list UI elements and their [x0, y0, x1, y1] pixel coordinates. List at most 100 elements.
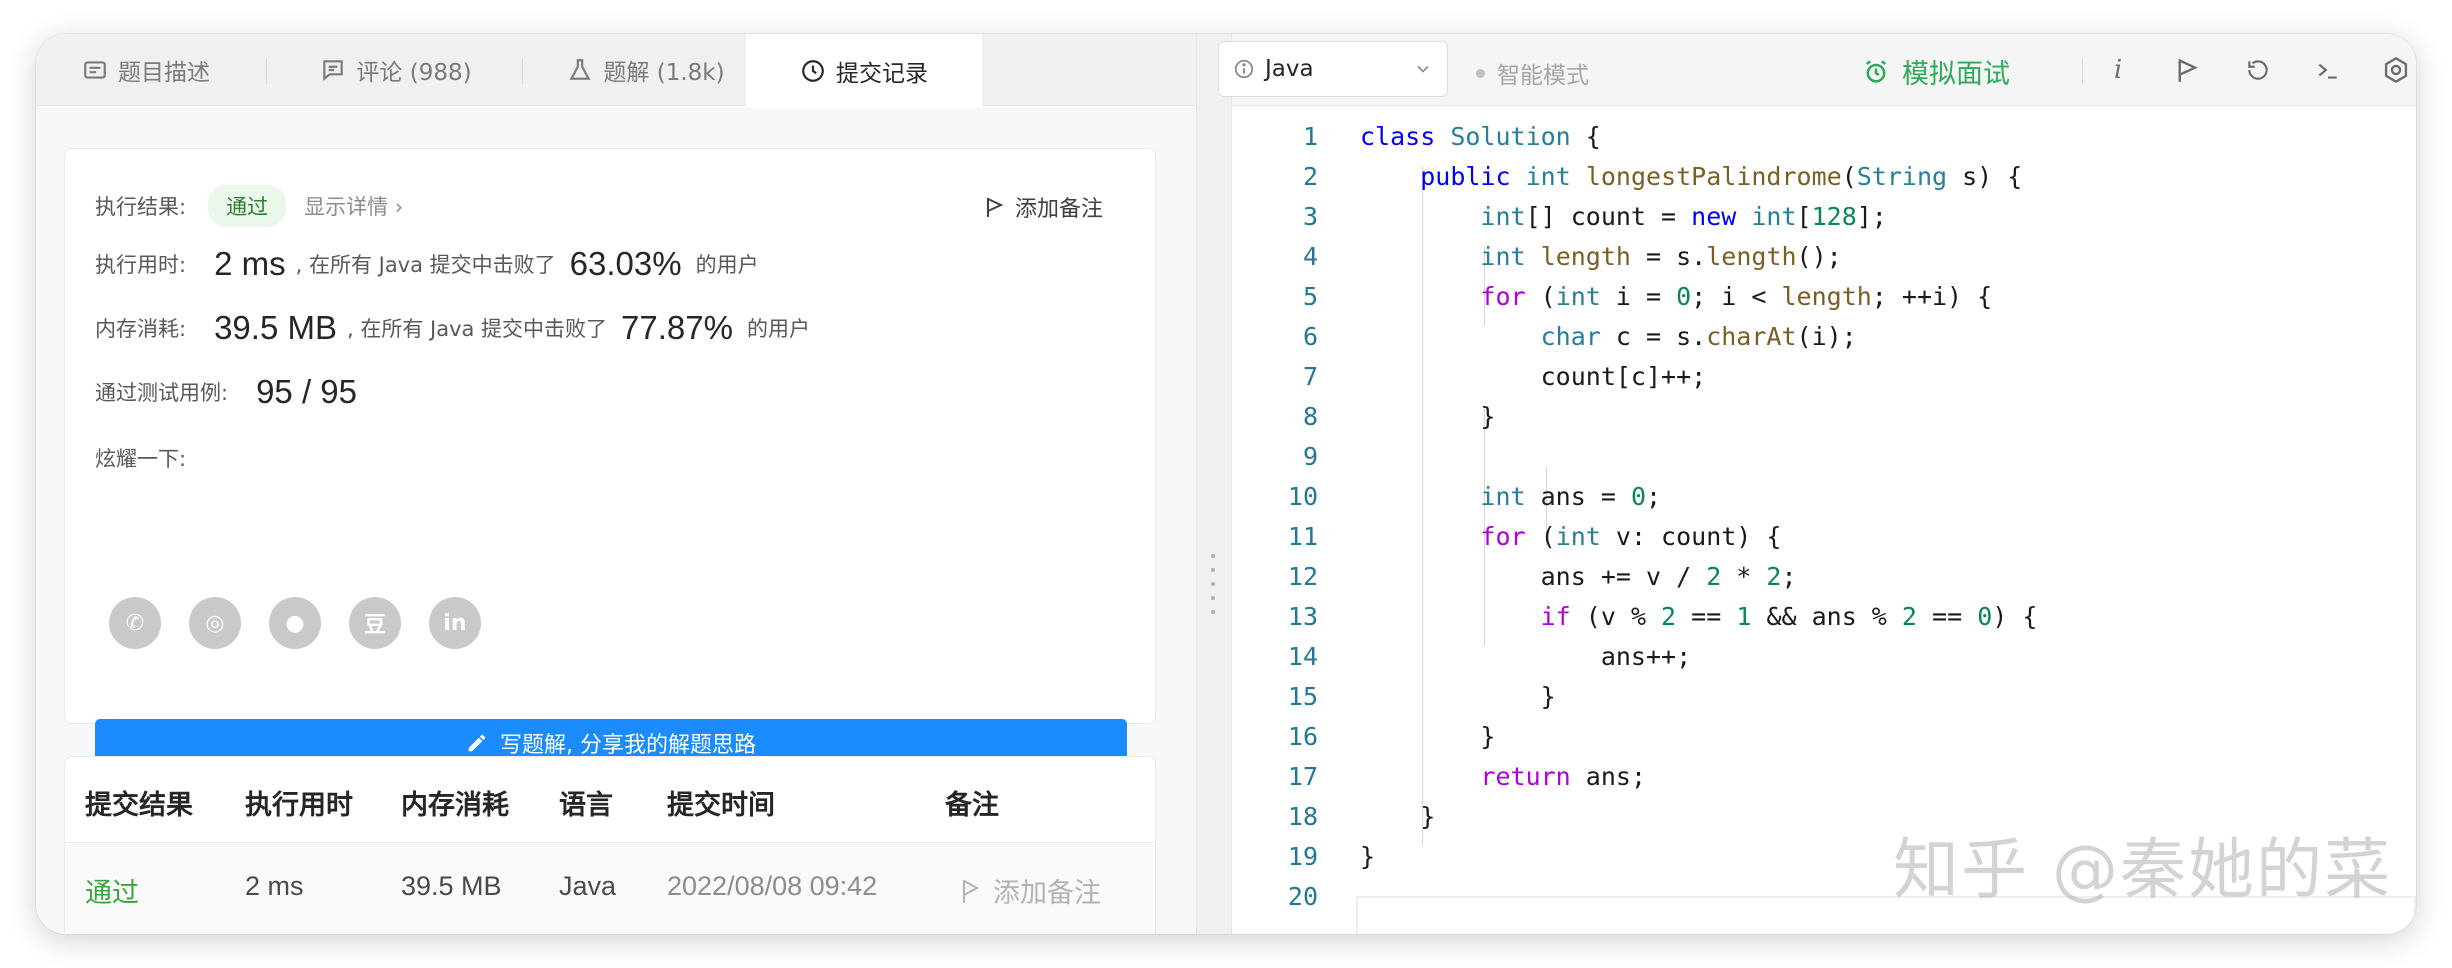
- linkedin-icon[interactable]: in: [429, 597, 481, 649]
- watermark: 知乎 @秦她的菜: [1893, 831, 2392, 908]
- line-number: 19: [1287, 841, 1318, 871]
- line-number: 11: [1287, 521, 1318, 551]
- code-line[interactable]: 16 }: [1232, 716, 2416, 756]
- weibo-icon[interactable]: ◎: [189, 597, 241, 649]
- tab-solutions[interactable]: 题解 (1.8k): [526, 34, 766, 106]
- show-detail-link[interactable]: 显示详情 ›: [304, 191, 403, 221]
- douban-icon[interactable]: 豆: [349, 597, 401, 649]
- code-text: int ans = 0;: [1480, 481, 1662, 511]
- code-editor[interactable]: 1 class Solution { 2 public int longestPal…: [1232, 106, 2416, 934]
- line-number: 9: [1302, 441, 1318, 471]
- table-row[interactable]: 通过 2 ms 39.5 MB Java 2022/08/08 09:42 添加…: [65, 843, 1155, 933]
- drag-handle-icon: [1211, 554, 1217, 614]
- line-number: 13: [1287, 601, 1318, 631]
- tests-value: 95 / 95: [256, 373, 357, 410]
- line-number: 20: [1287, 881, 1318, 911]
- memory-value: 39.5 MB: [214, 309, 337, 346]
- row-add-note[interactable]: 添加备注: [961, 871, 1101, 910]
- code-text: }: [1360, 841, 1376, 871]
- code-text: class Solution {: [1360, 121, 1601, 151]
- time-value: 2 ms: [214, 245, 286, 282]
- tab-label: 题解 (1.8k): [603, 60, 725, 86]
- code-text: }: [1360, 401, 1496, 431]
- qq-icon[interactable]: ●: [269, 597, 321, 649]
- code-panel: Java 智能模式 模拟面试 i 1 class Solution {2 pu…: [1218, 34, 2416, 934]
- run-flag-icon[interactable]: [2170, 52, 2206, 88]
- code-line[interactable]: 9: [1232, 436, 2416, 476]
- panel-splitter[interactable]: [1196, 34, 1232, 934]
- mock-interview-button[interactable]: 模拟面试: [1862, 52, 2010, 91]
- wechat-icon[interactable]: ✆: [109, 597, 161, 649]
- code-line[interactable]: 4 int length = s.length();: [1232, 236, 2416, 276]
- code-line[interactable]: 15 }: [1232, 676, 2416, 716]
- line-number: 8: [1302, 401, 1318, 431]
- row-note-label: 添加备注: [993, 878, 1101, 908]
- smart-mode-label: 智能模式: [1497, 63, 1589, 89]
- info-italic-icon[interactable]: i: [2100, 52, 2136, 88]
- share-icons: ✆ ◎ ● 豆 in: [109, 597, 481, 649]
- code-text: public int longestPalindrome(String s) {: [1420, 161, 2023, 191]
- line-number: 15: [1287, 681, 1318, 711]
- code-text: int length = s.length();: [1480, 241, 1842, 271]
- tab-description[interactable]: 题目描述: [36, 34, 256, 106]
- smart-mode-toggle[interactable]: 智能模式: [1476, 56, 1589, 90]
- info-icon: [1234, 59, 1254, 79]
- memory-suffix: 的用户: [746, 317, 810, 341]
- status-badge: 通过: [208, 185, 287, 227]
- clock-icon: [802, 59, 824, 82]
- result-card: 执行结果: 通过 显示详情 › 添加备注 执行用时: 2 ms , 在所有 Ja…: [64, 148, 1156, 767]
- tab-label: 评论 (988): [356, 60, 472, 86]
- reset-icon[interactable]: [2240, 52, 2276, 88]
- code-line[interactable]: 1 class Solution {: [1232, 116, 2416, 156]
- code-text: ans++;: [1360, 641, 1692, 671]
- line-number: 1: [1302, 121, 1318, 151]
- mock-interview-label: 模拟面试: [1902, 59, 2010, 90]
- code-line[interactable]: 6 char c = s.charAt(i);: [1232, 316, 2416, 356]
- tab-submissions[interactable]: 提交记录: [746, 34, 982, 107]
- flag-icon: [986, 198, 1004, 217]
- left-panel: 题目描述 评论 (988) 题解 (1.8k) 提交记录 执行结果: 通过 显示…: [36, 34, 1196, 934]
- time-label: 执行用时:: [95, 253, 187, 277]
- line-number: 18: [1287, 801, 1318, 831]
- settings-icon[interactable]: [2378, 52, 2414, 88]
- code-line[interactable]: 10 int ans = 0;: [1232, 476, 2416, 516]
- code-text: count[c]++;: [1360, 361, 1707, 391]
- code-line[interactable]: 14 ans++;: [1232, 636, 2416, 676]
- code-line[interactable]: 12 ans += v / 2 * 2;: [1232, 556, 2416, 596]
- tab-label: 提交记录: [836, 60, 928, 87]
- code-line[interactable]: 3 int[] count = new int[128];: [1232, 196, 2416, 236]
- memory-beat-text: , 在所有 Java 提交中击败了: [346, 317, 608, 341]
- line-number: 6: [1302, 321, 1318, 351]
- code-line[interactable]: 11 for (int v: count) {: [1232, 516, 2416, 556]
- code-line[interactable]: 7 count[c]++;: [1232, 356, 2416, 396]
- line-number: 3: [1302, 201, 1318, 231]
- line-number: 4: [1302, 241, 1318, 271]
- line-number: 17: [1287, 761, 1318, 791]
- language-select[interactable]: Java: [1218, 41, 1448, 97]
- code-line[interactable]: 13 if (v % 2 == 1 && ans % 2 == 0) {: [1232, 596, 2416, 636]
- console-icon[interactable]: [2310, 52, 2346, 88]
- tests-row: 通过测试用例: 95 / 95: [95, 373, 357, 411]
- code-text: for (int i = 0; i < length; ++i) {: [1480, 281, 1993, 311]
- time-beat-text: , 在所有 Java 提交中击败了: [295, 253, 556, 277]
- exec-result-label: 执行结果:: [95, 195, 187, 219]
- row-result[interactable]: 通过: [85, 871, 139, 910]
- share-label: 炫耀一下:: [95, 447, 187, 471]
- time-percent: 63.03%: [569, 245, 682, 282]
- code-line[interactable]: 17 return ans;: [1232, 756, 2416, 796]
- flask-icon: [569, 59, 591, 80]
- code-line[interactable]: 8 }: [1232, 396, 2416, 436]
- chevron-down-icon: [1417, 65, 1429, 73]
- write-solution-label: 写题解, 分享我的解题思路: [500, 733, 756, 758]
- tab-comments[interactable]: 评论 (988): [276, 34, 516, 106]
- table-header: 提交结果 执行用时 内存消耗 语言 提交时间 备注: [65, 757, 1155, 843]
- exec-result-row: 执行结果: 通过 显示详情 ›: [95, 185, 403, 227]
- line-number: 16: [1287, 721, 1318, 751]
- code-text: if (v % 2 == 1 && ans % 2 == 0) {: [1540, 601, 2038, 631]
- code-line[interactable]: 2 public int longestPalindrome(String s)…: [1232, 156, 2416, 196]
- add-note-button[interactable]: 添加备注: [985, 191, 1103, 223]
- code-line[interactable]: 5 for (int i = 0; i < length; ++i) {: [1232, 276, 2416, 316]
- tab-divider: [266, 58, 267, 84]
- row-time: 2 ms: [245, 871, 304, 901]
- submission-table: 提交结果 执行用时 内存消耗 语言 提交时间 备注 通过 2 ms 39.5 M…: [64, 756, 1156, 934]
